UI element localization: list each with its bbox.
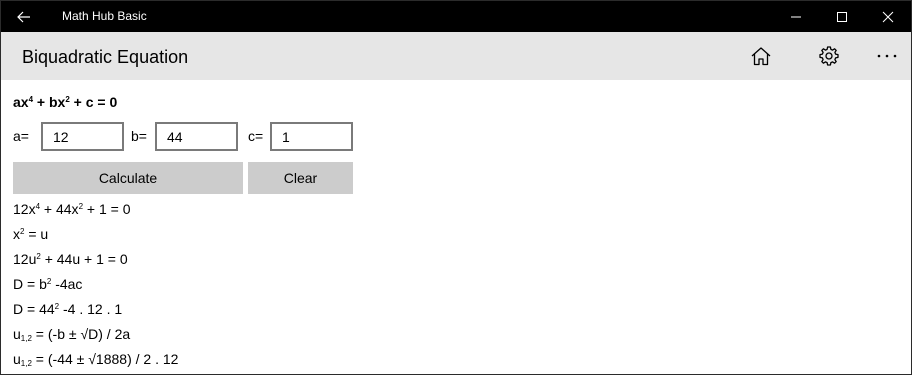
c-input[interactable]: 1 [270,122,353,151]
a-label: a= [13,128,29,144]
app-window: Math Hub Basic Biquadratic Equation ax4 … [0,0,912,375]
title-bar: Math Hub Basic [1,1,911,32]
back-button[interactable] [1,1,47,32]
command-bar: Biquadratic Equation [1,32,911,80]
step-line-7: u1,2 = (-44 ± √1888) / 2 . 12 [13,351,179,368]
step-line-6: u1,2 = (-b ± √D) / 2a [13,326,131,343]
minimize-icon [791,16,801,17]
maximize-button[interactable] [819,1,865,32]
b-label: b= [131,128,147,144]
step-line-3: 12u2 + 44u + 1 = 0 [13,251,128,267]
maximize-icon [837,11,847,22]
app-title: Math Hub Basic [62,9,147,23]
calculate-button[interactable]: Calculate [13,162,243,194]
step-line-4: D = b2 -4ac [13,276,83,292]
step-line-1: 12x4 + 44x2 + 1 = 0 [13,201,131,217]
page-title: Biquadratic Equation [22,47,189,67]
step-line-2: x2 = u [13,226,49,242]
more-icon [877,54,897,58]
back-arrow-icon [17,11,30,22]
a-input[interactable]: 12 [41,122,124,151]
minimize-button[interactable] [773,1,819,32]
close-button[interactable] [865,1,911,32]
c-label: c= [248,128,264,144]
more-options-button[interactable] [863,32,911,80]
clear-button[interactable]: Clear [248,162,353,194]
equation-formula: ax4 + bx2 + c = 0 [13,94,118,110]
step-line-5: D = 442 -4 . 12 . 1 [13,301,123,317]
settings-button[interactable] [805,32,853,80]
b-input[interactable]: 44 [155,122,238,151]
home-button[interactable] [737,32,785,80]
home-icon [751,47,771,66]
close-icon [882,11,894,22]
gear-icon [819,46,839,66]
